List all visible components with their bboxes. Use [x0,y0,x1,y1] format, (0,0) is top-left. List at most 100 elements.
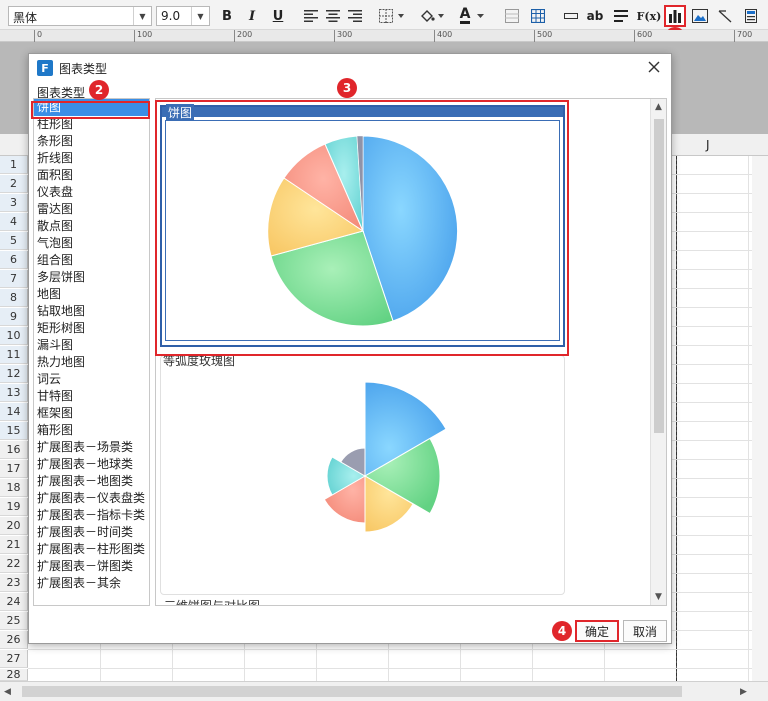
chart-type-item[interactable]: 扩展图表－饼图类 [34,558,149,575]
chart-type-item[interactable]: 仪表盘 [34,184,149,201]
row-header[interactable]: 12 [0,365,28,383]
chart-type-item[interactable]: 组合图 [34,252,149,269]
row-header[interactable]: 22 [0,555,28,573]
slash-button[interactable] [716,7,734,25]
scroll-thumb[interactable] [22,686,682,697]
chart-type-list[interactable]: 饼图 柱形图 条形图 折线图 面积图 仪表盘 雷达图 散点图 气泡图 组合图 多… [33,98,150,606]
ruler-tick [234,30,235,42]
close-button[interactable] [645,58,663,76]
underline-button[interactable]: U [269,7,287,25]
chart-type-item[interactable]: 扩展图表－地图类 [34,473,149,490]
chart-type-item[interactable]: 气泡图 [34,235,149,252]
scroll-up-icon[interactable]: ▲ [651,99,666,115]
row-header[interactable]: 8 [0,289,28,307]
chevron-down-icon: ▼ [133,7,151,25]
chart-type-item[interactable]: 条形图 [34,133,149,150]
bold-button[interactable]: B [218,7,236,25]
insert-chart-button[interactable] [664,5,686,27]
column-header-j[interactable]: J [706,138,710,152]
table-icon [531,9,545,23]
chart-type-item[interactable]: 散点图 [34,218,149,235]
chart-type-item[interactable]: 矩形树图 [34,320,149,337]
richtext-button[interactable] [612,7,630,25]
chart-type-item[interactable]: 面积图 [34,167,149,184]
align-right-button[interactable] [346,7,364,25]
row-header[interactable]: 20 [0,517,28,535]
row-header[interactable]: 18 [0,479,28,497]
table-button[interactable] [529,7,547,25]
chart-type-item[interactable]: 钻取地图 [34,303,149,320]
row-header[interactable]: 5 [0,232,28,250]
border-button[interactable] [378,7,408,25]
ruler-label: 700 [737,30,753,39]
row-header[interactable]: 7 [0,270,28,288]
align-left-button[interactable] [302,7,320,25]
chart-type-item[interactable]: 热力地图 [34,354,149,371]
formula-button[interactable]: F(x) [637,7,662,25]
row-header[interactable]: 15 [0,422,28,440]
ruler-label: 0 [37,30,43,39]
row-header[interactable]: 24 [0,593,28,611]
chart-type-item[interactable]: 扩展图表－场景类 [34,439,149,456]
chart-type-item[interactable]: 折线图 [34,150,149,167]
ok-button[interactable]: 确定 [575,620,619,642]
chart-type-item[interactable]: 地图 [34,286,149,303]
row-header[interactable]: 4 [0,213,28,231]
scroll-down-icon[interactable]: ▼ [651,589,666,605]
fill-color-button[interactable] [418,7,448,25]
font-size-select[interactable]: 9.0 ▼ [156,6,210,26]
row-header[interactable]: 25 [0,612,28,630]
scroll-thumb[interactable] [654,119,664,433]
align-center-button[interactable] [324,7,342,25]
sheet-vertical-scrollbar[interactable] [752,156,768,681]
row-header[interactable]: 28 [0,668,28,681]
font-color-button[interactable]: A [456,7,490,25]
row-header[interactable]: 2 [0,175,28,193]
row-header[interactable]: 26 [0,631,28,649]
row-header[interactable]: 6 [0,251,28,269]
italic-button[interactable]: I [243,7,261,25]
preview-scrollbar[interactable]: ▲ ▼ [650,99,666,605]
image-button[interactable] [691,7,709,25]
selected-chart-highlight [155,100,569,356]
chart-type-item[interactable]: 扩展图表－指标卡类 [34,507,149,524]
row-header[interactable]: 17 [0,460,28,478]
text-field-button[interactable] [562,7,580,25]
row-header[interactable]: 21 [0,536,28,554]
chart-type-item[interactable]: 扩展图表－仪表盘类 [34,490,149,507]
row-header[interactable]: 14 [0,403,28,421]
row-header[interactable]: 3 [0,194,28,212]
ruler-label: 400 [437,30,453,39]
row-header[interactable]: 16 [0,441,28,459]
chevron-down-icon: ▼ [191,7,209,25]
row-header[interactable]: 19 [0,498,28,516]
font-name-select[interactable]: 黑体 ▼ [8,6,152,26]
cancel-button[interactable]: 取消 [623,620,667,642]
sheet-horizontal-scrollbar[interactable]: ◀ ▶ [0,681,768,701]
chart-type-item[interactable]: 扩展图表－时间类 [34,524,149,541]
row-header[interactable]: 13 [0,384,28,402]
chart-type-item[interactable]: 扩展图表－柱形图类 [34,541,149,558]
chart-type-item[interactable]: 箱形图 [34,422,149,439]
scroll-right-icon[interactable]: ▶ [740,687,747,697]
border-icon [379,9,404,23]
row-header[interactable]: 11 [0,346,28,364]
chart-type-item[interactable]: 漏斗图 [34,337,149,354]
row-header[interactable]: 23 [0,574,28,592]
chart-type-item[interactable]: 词云 [34,371,149,388]
row-header[interactable]: 1 [0,156,28,174]
chart-type-item[interactable]: 框架图 [34,405,149,422]
cell-style-button[interactable] [503,7,521,25]
chart-type-item[interactable]: 扩展图表－地球类 [34,456,149,473]
row-header[interactable]: 9 [0,308,28,326]
rose-chart-option[interactable]: 等弧度玫瑰图 [160,354,565,595]
chart-type-item[interactable]: 雷达图 [34,201,149,218]
chart-type-item[interactable]: 扩展图表－其余 [34,575,149,592]
chart-type-item[interactable]: 多层饼图 [34,269,149,286]
label-button[interactable]: ab [586,7,604,25]
chart-type-item[interactable]: 甘特图 [34,388,149,405]
scroll-left-icon[interactable]: ◀ [4,687,11,697]
row-header[interactable]: 10 [0,327,28,345]
row-header[interactable]: 27 [0,650,28,668]
calculator-button[interactable] [742,7,760,25]
